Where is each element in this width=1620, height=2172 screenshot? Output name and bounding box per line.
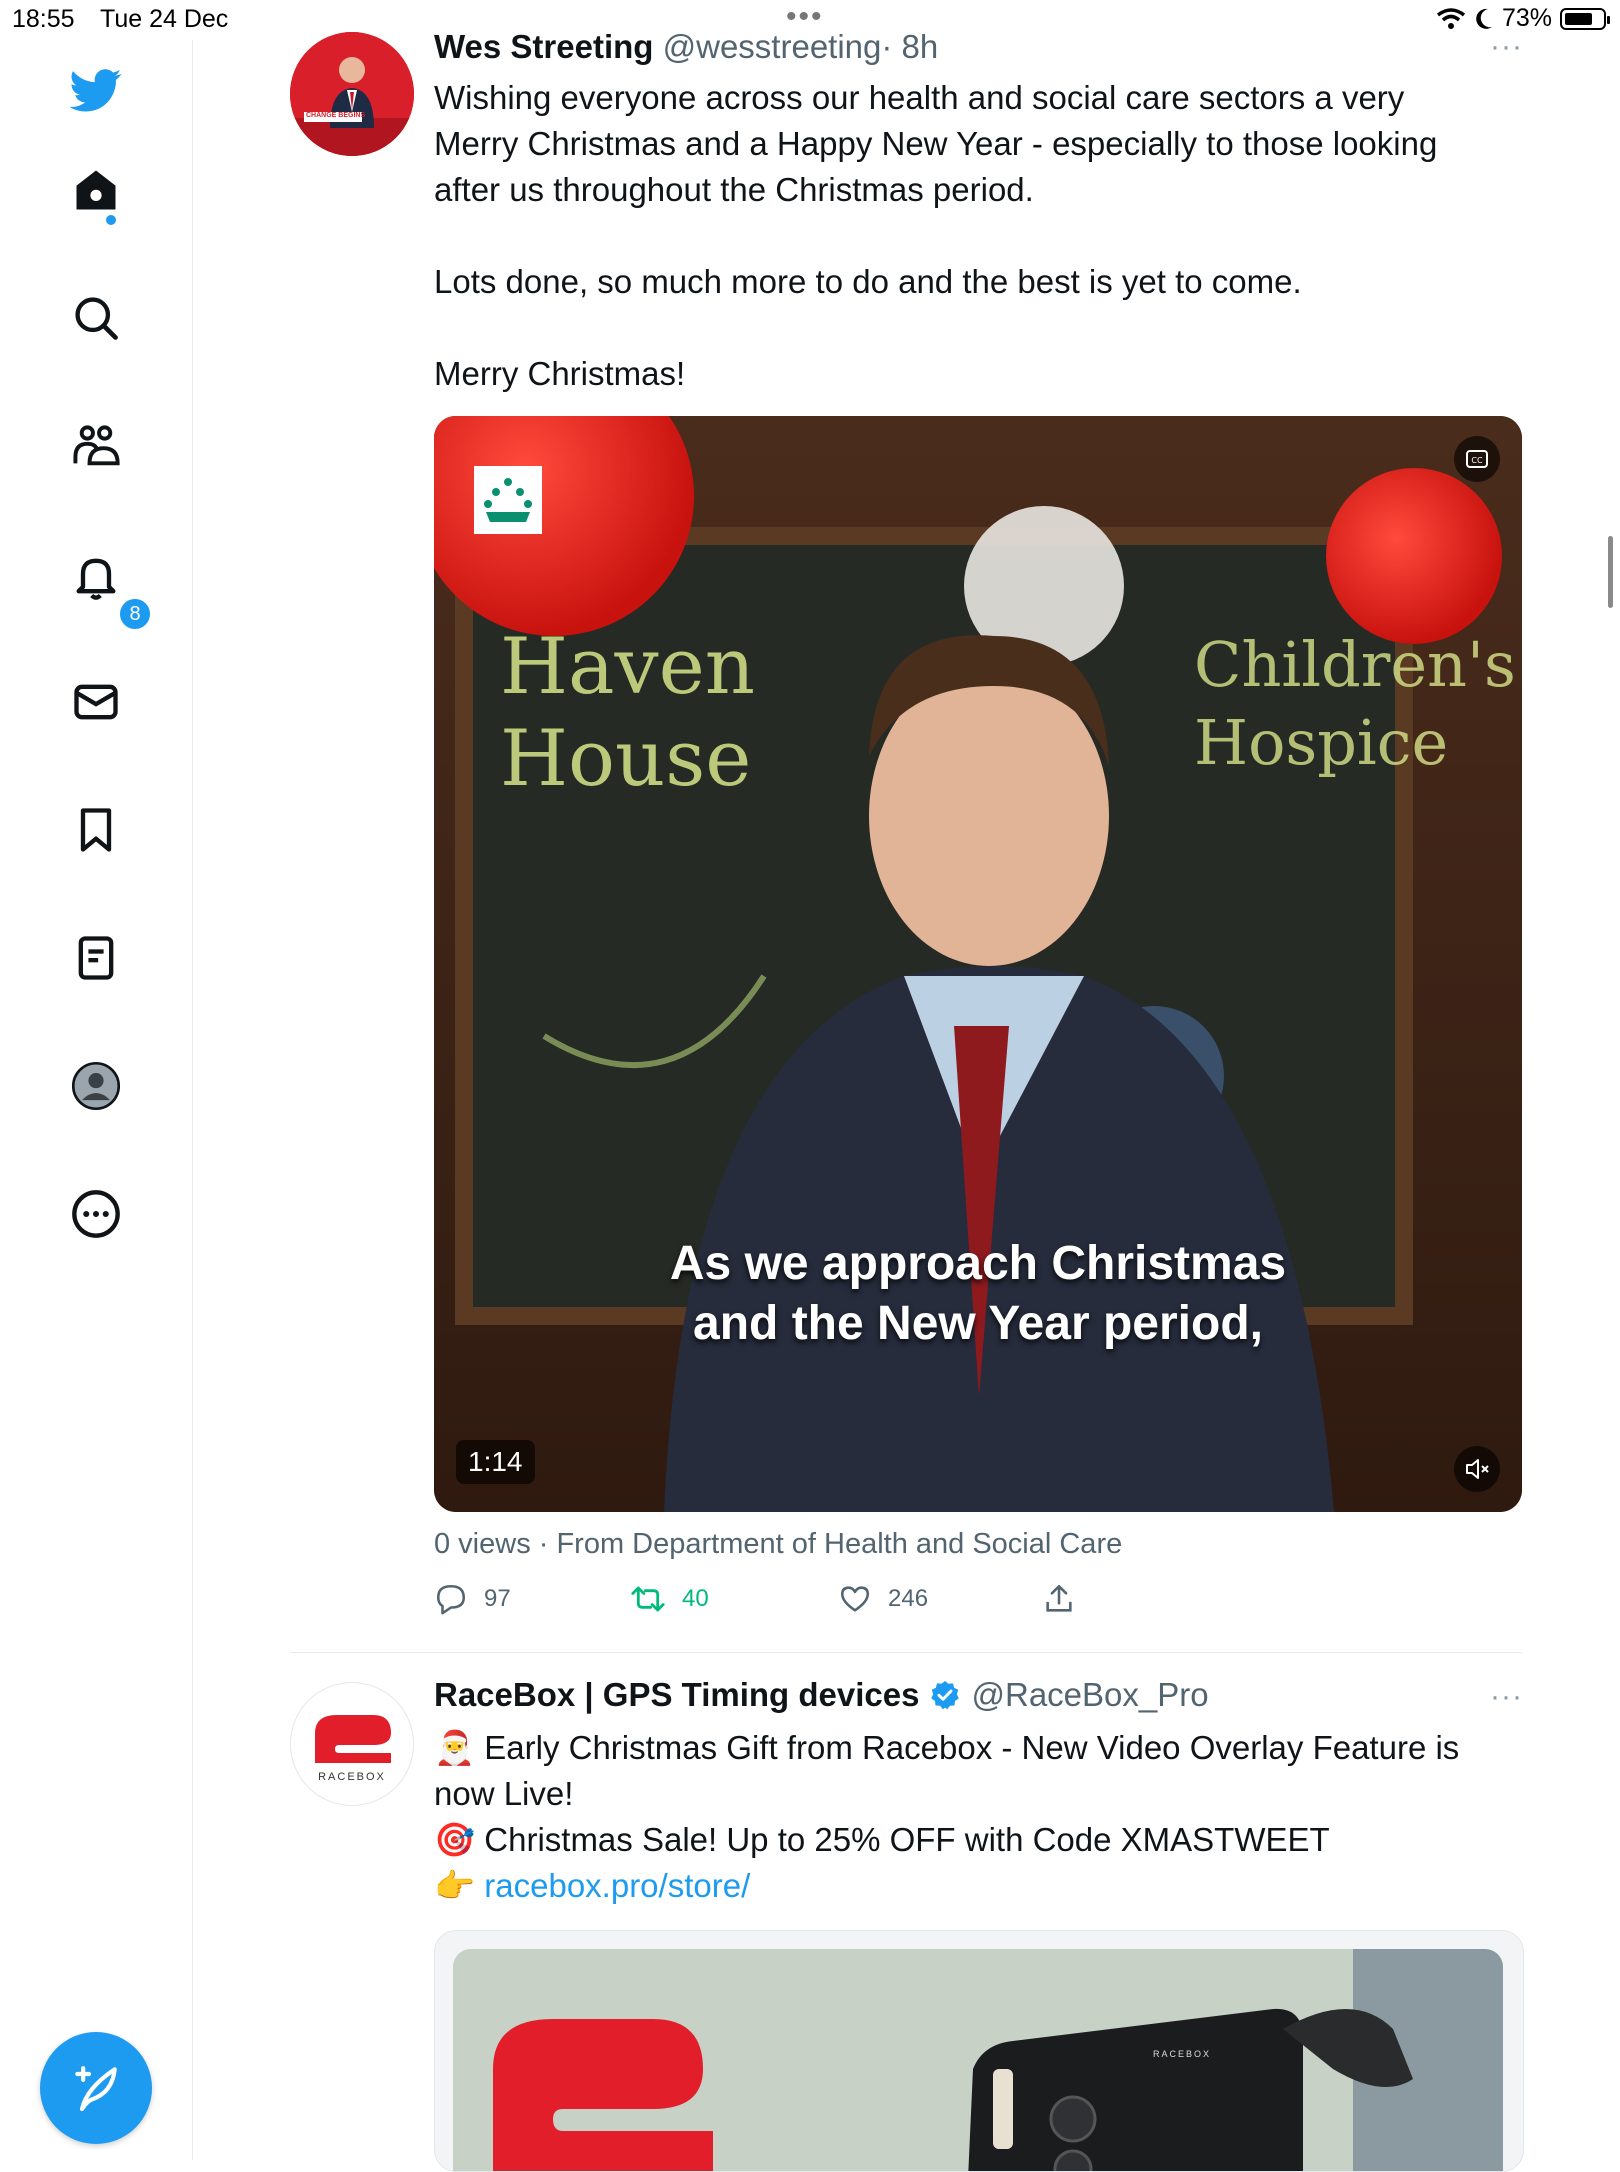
author-name[interactable]: Wes Streeting: [434, 28, 653, 65]
tweet-actions: 97 40 246: [434, 1582, 1124, 1622]
tweet2-line-4: 👉 racebox.pro/store/: [434, 1863, 750, 1909]
reply-button[interactable]: 97: [434, 1582, 511, 1616]
video-subtitle: As we approach Christmas and the New Yea…: [434, 1234, 1522, 1354]
avatar-caption: CHANGE BEGINS: [306, 112, 366, 119]
battery-icon: [1560, 7, 1610, 30]
tweet2-more-icon[interactable]: ···: [1490, 1680, 1523, 1714]
share-icon: [1046, 1584, 1072, 1612]
tweet2-line-2: now Live!: [434, 1775, 574, 1812]
author-handle[interactable]: @wesstreeting: [663, 28, 882, 65]
racebox-media-card[interactable]: RACEBOX: [434, 1930, 1524, 2172]
bookmarks-icon[interactable]: [70, 804, 122, 856]
racebox-handle[interactable]: @RaceBox_Pro: [971, 1676, 1208, 1714]
racebox-avatar-label: RACEBOX: [318, 1771, 386, 1783]
status-date: Tue 24 Dec: [100, 5, 229, 33]
mute-toggle-icon[interactable]: [1454, 1446, 1500, 1492]
retweet-button[interactable]: 40: [630, 1582, 709, 1616]
lists-icon[interactable]: [70, 932, 122, 984]
verified-badge-icon: [931, 1681, 960, 1710]
tweet2-line-3: 🎯 Christmas Sale! Up to 25% OFF with Cod…: [434, 1817, 1330, 1863]
like-button[interactable]: 246: [838, 1582, 928, 1616]
target-emoji-icon: 🎯: [434, 1821, 476, 1858]
video-views-source[interactable]: 0 views · From Department of Health and …: [434, 1528, 1122, 1561]
racebox-product-image: RACEBOX: [453, 1949, 1503, 2171]
wes-streeting-avatar[interactable]: CHANGE BEGINS: [290, 32, 414, 156]
tweet-more-icon[interactable]: ···: [1490, 30, 1523, 64]
subtitle-line-1: As we approach Christmas: [669, 1237, 1287, 1290]
messages-envelope-icon[interactable]: [70, 676, 122, 728]
racebox-product-art: [453, 1949, 1503, 2171]
reply-icon: [436, 1584, 466, 1615]
retweet-icon: [631, 1586, 665, 1612]
scrollbar-thumb[interactable]: [1608, 536, 1613, 608]
tweet2-line1-text: Early Christmas Gift from Racebox - New …: [484, 1729, 1460, 1766]
pointing-emoji-icon: 👉: [434, 1867, 476, 1904]
share-button[interactable]: [1042, 1582, 1076, 1616]
status-right: 73%: [1436, 4, 1610, 33]
like-count: 246: [888, 1585, 929, 1612]
sidebar-nav: 8: [0, 40, 193, 2160]
chalk-right: Children's Hospice: [1194, 628, 1516, 779]
heart-icon: [840, 1586, 870, 1612]
wifi-icon: [1436, 7, 1466, 29]
chalk-left: Haven House: [500, 622, 755, 804]
compose-quill-icon: [75, 2066, 117, 2112]
twitter-logo-icon[interactable]: [69, 64, 122, 116]
communities-icon[interactable]: [70, 420, 122, 472]
home-unread-dot: [106, 215, 116, 225]
racebox-name[interactable]: RaceBox | GPS Timing devices: [434, 1676, 919, 1714]
profile-avatar-icon[interactable]: [70, 1060, 122, 1112]
status-time: 18:55: [12, 5, 75, 33]
retweet-count: 40: [682, 1585, 709, 1612]
home-icon[interactable]: [70, 164, 122, 216]
reply-count: 97: [484, 1585, 511, 1612]
svg-text:CC: CC: [1471, 456, 1483, 465]
store-link[interactable]: racebox.pro/store/: [484, 1867, 750, 1904]
tweet-time[interactable]: · 8h: [881, 28, 938, 65]
battery-percent: 73%: [1501, 4, 1552, 32]
search-icon[interactable]: [70, 292, 122, 344]
racebox-logo-icon: [315, 1715, 391, 1763]
tweet-body: Wishing everyone across our health and s…: [434, 79, 1438, 392]
tweet-divider: [290, 1652, 1522, 1653]
more-options-icon[interactable]: [70, 1188, 122, 1240]
video-duration: 1:14: [456, 1440, 535, 1484]
tweet2-header: RaceBox | GPS Timing devices @RaceBox_Pr…: [434, 1676, 1209, 1714]
tweet-video[interactable]: Haven House Children's Hospice CC As we …: [434, 416, 1522, 1512]
moon-icon: [1476, 8, 1492, 29]
santa-emoji-icon: 🎅: [434, 1729, 476, 1766]
notifications-badge: 8: [118, 597, 152, 631]
notifications-bell-icon[interactable]: [70, 550, 122, 602]
compose-tweet-button[interactable]: [40, 2032, 152, 2144]
tweet2-line-1: 🎅 Early Christmas Gift from Racebox - Ne…: [434, 1725, 1459, 1771]
tweet-header: Wes Streeting @wesstreeting· 8h: [434, 28, 938, 66]
tweet2-line3-text: Christmas Sale! Up to 25% OFF with Code …: [484, 1821, 1330, 1858]
product-label: RACEBOX: [1153, 2049, 1212, 2059]
closed-captions-icon[interactable]: CC: [1454, 436, 1500, 482]
racebox-avatar[interactable]: RACEBOX: [290, 1682, 414, 1806]
subtitle-line-2: and the New Year period,: [693, 1297, 1263, 1350]
